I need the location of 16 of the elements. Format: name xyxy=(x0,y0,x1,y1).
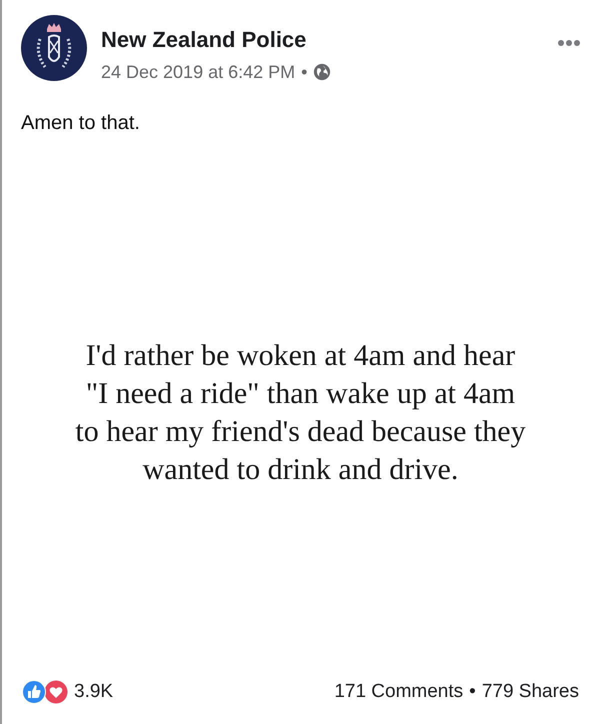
post-timestamp[interactable]: 24 Dec 2019 at 6:42 PM xyxy=(101,61,296,83)
reaction-count[interactable]: 3.9K xyxy=(74,680,114,704)
more-options-icon[interactable] xyxy=(557,39,581,47)
separator-dot: • xyxy=(301,61,308,83)
like-love-reaction-icon[interactable] xyxy=(22,680,68,704)
shares-count[interactable]: 779 Shares xyxy=(482,680,579,704)
comments-count[interactable]: 171 Comments xyxy=(334,680,464,704)
quote-line: to hear my friend's dead because they xyxy=(75,414,526,450)
quote-line: "I need a ride" than wake up at 4am xyxy=(86,376,516,412)
post-text: Amen to that. xyxy=(21,111,140,135)
separator-dot: • xyxy=(469,680,476,704)
quote-line: wanted to drink and drive. xyxy=(142,452,458,488)
quote-line: I'd rather be woken at 4am and hear xyxy=(86,338,516,374)
author-name[interactable]: New Zealand Police xyxy=(101,27,557,53)
globe-icon xyxy=(313,63,332,81)
police-badge-avatar[interactable] xyxy=(21,15,87,81)
